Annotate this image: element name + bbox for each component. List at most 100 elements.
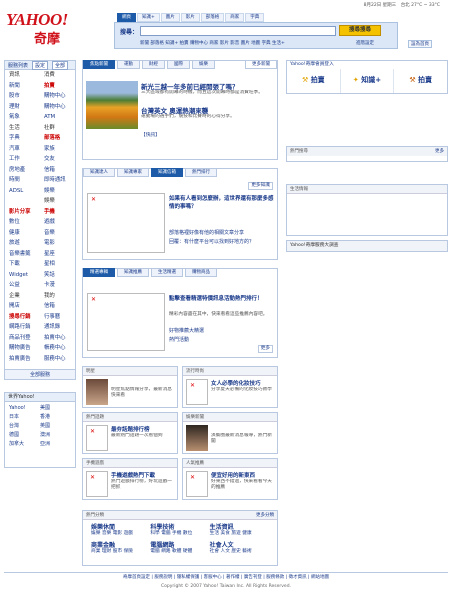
category-title-link[interactable]: 生活資訊 <box>210 522 269 531</box>
more-news-link[interactable]: 更多新聞 <box>245 60 277 69</box>
tab-images[interactable]: 圖片 <box>160 13 180 22</box>
set-homepage-button[interactable]: 設為首頁 <box>408 40 432 48</box>
news-tab-sports[interactable]: 運動 <box>117 60 140 69</box>
sidebar-item[interactable]: 帳務中心 <box>40 343 75 354</box>
right-shortcut-1[interactable]: ⚒ 拍賣 <box>287 69 341 93</box>
news-tab-headline[interactable]: 焦點新聞 <box>83 60 115 69</box>
ft-tab-1[interactable]: 精選專輯 <box>83 268 115 277</box>
survey-panel[interactable]: Yahoo!奇摩服務大調查 <box>286 240 448 252</box>
tab-knowledge[interactable]: 知識+ <box>137 13 160 22</box>
sidebar-item[interactable]: 音樂書籤 <box>5 249 40 260</box>
sidebar-item[interactable]: 服務中心 <box>40 354 75 365</box>
sidebar-item[interactable]: 時間 <box>5 175 40 186</box>
category-title-link[interactable]: 社會人文 <box>210 540 269 549</box>
sidebar-item[interactable]: 卡漫 <box>40 280 75 291</box>
search-shortcut-links[interactable]: 新聞 部落格 知識+ 拍賣 購物中心 商家 影片 影音 圖片 地圖 字典 生活+ <box>140 40 285 46</box>
featured-link-1[interactable]: 好物推薦大精選 <box>169 327 204 335</box>
world-yahoo-link[interactable]: 台灣 <box>9 422 40 431</box>
sidebar-item[interactable]: 影片分享 <box>5 207 40 218</box>
sidebar-item[interactable]: 購物中心 <box>40 91 75 102</box>
sidebar-item[interactable]: 電影 <box>40 238 75 249</box>
sidebar-item[interactable]: 字典 <box>5 133 40 144</box>
news-flash[interactable]: 【快訊】 <box>141 133 160 139</box>
sidebar-item[interactable]: 旅遊 <box>5 238 40 249</box>
category-sub-links[interactable]: 商業 理財 股市 保險 <box>91 549 150 555</box>
sidebar-item[interactable]: 理財 <box>5 102 40 113</box>
tab-videos[interactable]: 影片 <box>180 13 200 22</box>
news-photo[interactable] <box>86 81 138 129</box>
world-yahoo-link[interactable]: 香港 <box>40 413 71 422</box>
category-more[interactable]: 更多分類 <box>256 511 274 519</box>
all-services-link[interactable]: 全部服務 <box>5 369 75 379</box>
kn-tab-3[interactable]: 知識信箱 <box>151 168 183 177</box>
sidebar-item[interactable]: 笑話 <box>40 270 75 281</box>
sidebar-item[interactable]: 通訊錄 <box>40 322 75 333</box>
category-sub-links[interactable]: 生活 美食 旅遊 健康 <box>210 531 269 537</box>
feature-card-image[interactable] <box>186 425 208 451</box>
sidebar-item[interactable]: 行事曆 <box>40 312 75 323</box>
featured-link-2[interactable]: 熱門活動 <box>169 336 189 344</box>
news-tab-world[interactable]: 國際 <box>167 60 190 69</box>
sidebar-item[interactable]: 新聞 <box>5 81 40 92</box>
category-title-link[interactable]: 科學技術 <box>150 522 209 531</box>
sidebar-settings-button[interactable]: 設定 <box>32 60 49 70</box>
category-title-link[interactable]: 電腦網路 <box>150 540 209 549</box>
feature-card-title[interactable]: 便宜好用的新東西 <box>211 471 275 479</box>
advanced-search-link[interactable]: 進階設定 <box>356 40 374 46</box>
more-knowledge-link[interactable]: 更多知識 <box>248 182 273 190</box>
category-title-link[interactable]: 商業金融 <box>91 540 150 549</box>
category-sub-links[interactable]: 電腦 網路 軟體 硬體 <box>150 549 209 555</box>
sidebar-item[interactable]: ADSL <box>5 186 40 197</box>
sidebar-item[interactable]: 開店 <box>5 301 40 312</box>
news-tab-ent[interactable]: 娛樂 <box>192 60 215 69</box>
yahoo-logo[interactable]: YAHOO! 奇摩 <box>4 8 104 48</box>
world-yahoo-link[interactable]: 美國 <box>40 404 71 413</box>
sidebar-item[interactable]: 股市 <box>5 91 40 102</box>
world-yahoo-link[interactable]: 德國 <box>9 431 40 440</box>
sidebar-item[interactable]: 下載 <box>5 259 40 270</box>
sidebar-item[interactable]: 汽車 <box>5 144 40 155</box>
sidebar-item[interactable]: 數位 <box>5 217 40 228</box>
sidebar-item[interactable]: 信箱 <box>40 165 75 176</box>
featured-more[interactable]: 更多 <box>257 345 273 353</box>
sidebar-item[interactable]: 健康 <box>5 228 40 239</box>
knowledge-link-1[interactable]: 部落格裡好像有他的相關文章分享 <box>169 229 275 237</box>
sidebar-item[interactable]: 網路行銷 <box>5 322 40 333</box>
sidebar-item[interactable]: 購物廣告 <box>5 343 40 354</box>
sidebar-item[interactable]: 娛樂 <box>40 186 75 197</box>
sidebar-item[interactable]: 手機 <box>40 207 75 218</box>
world-yahoo-link[interactable]: 日本 <box>9 413 40 422</box>
feature-card-image[interactable] <box>86 425 108 451</box>
category-sub-links[interactable]: 社會 人文 歷史 藝術 <box>210 549 269 555</box>
news-tab-finance[interactable]: 財經 <box>142 60 165 69</box>
hot-search-more[interactable]: 更多 <box>435 147 444 156</box>
feature-card-image[interactable] <box>86 379 108 405</box>
sidebar-item[interactable]: 搜尋行銷 <box>5 312 40 323</box>
feature-card-image[interactable] <box>86 471 108 497</box>
tab-shops[interactable]: 商家 <box>225 13 245 22</box>
feature-card-title[interactable]: 女人必學的化妝技巧 <box>211 379 275 387</box>
category-sub-links[interactable]: 娛樂 音樂 電影 遊戲 <box>91 531 150 537</box>
sidebar-item[interactable]: ATM <box>40 112 75 123</box>
sidebar-item[interactable]: 信箱 <box>40 301 75 312</box>
right-shortcut-2[interactable]: ✦ 知識+ <box>341 69 395 93</box>
feature-card-title[interactable]: 手機遊戲熱門下載 <box>111 471 175 479</box>
search-button[interactable]: 搜尋搜尋 <box>339 25 381 36</box>
sidebar-item[interactable]: 拍賣 <box>40 81 75 92</box>
sidebar-item[interactable]: 工作 <box>5 154 40 165</box>
category-sub-links[interactable]: 科學 電腦 手機 數位 <box>150 531 209 537</box>
sidebar-item[interactable]: 商品刊登 <box>5 333 40 344</box>
kn-tab-1[interactable]: 知識達人 <box>83 168 115 177</box>
sidebar-item[interactable]: 音樂 <box>40 228 75 239</box>
sidebar-all-button[interactable]: 全部 <box>52 60 69 70</box>
world-yahoo-link[interactable]: 澳洲 <box>40 431 71 440</box>
sidebar-item[interactable]: 交友 <box>40 154 75 165</box>
tab-dict[interactable]: 字典 <box>245 13 265 22</box>
ft-tab-2[interactable]: 知識推薦 <box>117 268 149 277</box>
feature-card-title[interactable]: 最夯話題排行榜 <box>111 425 175 433</box>
sidebar-item[interactable]: 星相 <box>40 259 75 270</box>
world-yahoo-link[interactable]: Yahoo! <box>9 404 40 413</box>
feature-card-image[interactable] <box>186 471 208 497</box>
featured-headline[interactable]: 點擊查看精選特價訊息活動熱門排行！ <box>169 295 275 303</box>
sidebar-item[interactable]: 公益 <box>5 280 40 291</box>
